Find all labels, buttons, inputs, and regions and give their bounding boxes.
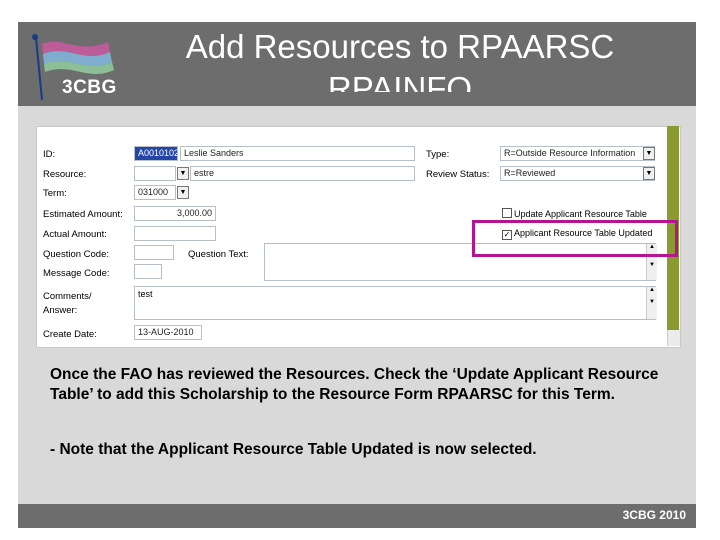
- question-code-field[interactable]: [134, 245, 174, 260]
- term-label: Term:: [43, 188, 67, 199]
- title-line-2: RPAINFO: [327, 70, 473, 92]
- term-dropdown-icon[interactable]: ▼: [177, 186, 189, 199]
- update-table-checkbox-box[interactable]: [502, 208, 512, 218]
- slide-title: Add Resources to RPAARSC RPAINFO: [150, 28, 650, 92]
- review-status-dropdown-icon[interactable]: ▼: [643, 167, 655, 180]
- comments-textarea[interactable]: test: [134, 286, 656, 320]
- term-field[interactable]: 031000: [134, 185, 176, 200]
- highlight-box: [472, 220, 678, 257]
- id-field[interactable]: A00101021: [134, 146, 178, 161]
- review-status-field[interactable]: R=Reviewed: [500, 166, 655, 181]
- resource-dropdown-icon[interactable]: ▼: [177, 167, 189, 180]
- question-code-label: Question Code:: [43, 249, 110, 260]
- question-text-label: Question Text:: [188, 249, 249, 260]
- review-status-label: Review Status:: [426, 169, 490, 180]
- comments-scrollbar[interactable]: ▲ ▼: [646, 287, 657, 319]
- note-text: - Note that the Applicant Resource Table…: [50, 441, 537, 458]
- id-label: ID:: [43, 149, 56, 160]
- slide-footer: 3CBG 2010: [18, 504, 696, 528]
- form-scroll-down-icon[interactable]: [667, 330, 680, 346]
- estimated-amount-label: Estimated Amount:: [43, 209, 123, 220]
- message-code-label: Message Code:: [43, 268, 110, 279]
- type-field[interactable]: R=Outside Resource Information: [500, 146, 655, 161]
- actual-amount-field[interactable]: [134, 226, 216, 241]
- update-resource-table-checkbox[interactable]: Update Applicant Resource Table: [502, 208, 647, 219]
- answer-label: Answer:: [43, 305, 78, 316]
- title-line-1: Add Resources to RPAARSC: [185, 28, 615, 65]
- actual-amount-label: Actual Amount:: [43, 229, 107, 240]
- message-code-field[interactable]: [134, 264, 162, 279]
- comments-label: Comments/: [43, 291, 92, 302]
- resource-code-field[interactable]: [134, 166, 176, 181]
- id-name-field: Leslie Sanders: [180, 146, 415, 161]
- logo-text: 3CBG: [62, 77, 117, 98]
- footer-text: 3CBG 2010: [622, 508, 686, 522]
- estimated-amount-field[interactable]: 3,000.00: [134, 206, 216, 221]
- resource-label: Resource:: [43, 169, 87, 180]
- type-label: Type:: [426, 149, 450, 160]
- create-date-label: Create Date:: [43, 329, 97, 340]
- resource-desc-field: estre: [190, 166, 415, 181]
- create-date-field: 13-AUG-2010: [134, 325, 202, 340]
- instruction-text: Once the FAO has reviewed the Resources.…: [50, 366, 659, 403]
- type-dropdown-icon[interactable]: ▼: [643, 147, 655, 160]
- update-table-label: Update Applicant Resource Table: [514, 209, 647, 219]
